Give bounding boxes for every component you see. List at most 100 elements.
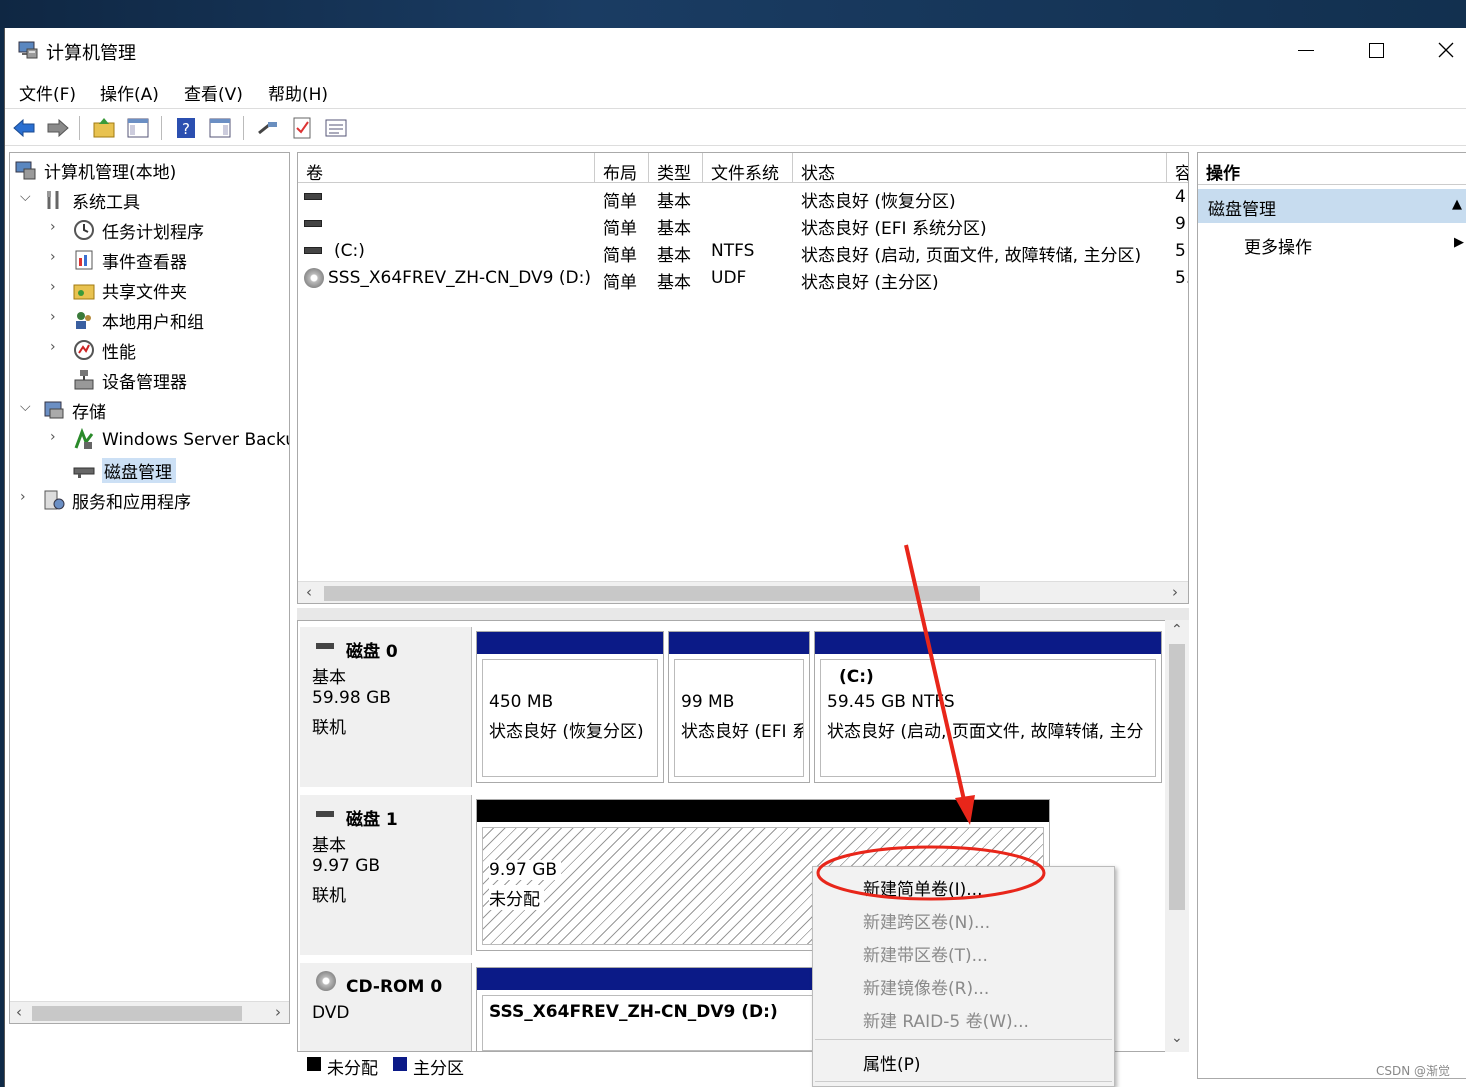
watermark: CSDN @渐觉 <box>1375 1064 1450 1078</box>
legend-primary-swatch <box>393 1057 407 1071</box>
chevron-down-icon[interactable]: ⌵ <box>20 399 31 415</box>
column-volume[interactable]: 卷 <box>298 153 595 183</box>
show-hide-tree-icon[interactable] <box>125 115 151 141</box>
scroll-right-icon[interactable]: › <box>1172 583 1178 601</box>
more-actions[interactable]: 更多操作 <box>1244 233 1312 258</box>
chevron-down-icon[interactable]: ⌵ <box>20 189 31 205</box>
menu-action[interactable]: 操作(A) <box>100 80 159 105</box>
properties-icon[interactable] <box>323 115 349 141</box>
list-horizontal-scrollbar[interactable]: ‹ › <box>298 581 1188 603</box>
column-layout[interactable]: 布局 <box>595 153 649 183</box>
tree-event-viewer[interactable]: 事件查看器 <box>72 245 187 275</box>
tree-local-users-label: 本地用户和组 <box>102 312 204 333</box>
column-type[interactable]: 类型 <box>649 153 703 183</box>
checklist-icon[interactable] <box>289 115 315 141</box>
menu-new-simple-volume[interactable]: 新建简单卷(I)... <box>863 875 983 900</box>
disk-view-vertical-scrollbar[interactable]: ⌃ ⌄ <box>1165 620 1189 1052</box>
scroll-down-icon[interactable]: ⌄ <box>1171 1030 1183 1046</box>
actions-section-label: 磁盘管理 <box>1208 200 1276 220</box>
disk0-partition-c[interactable]: (C:) 59.45 GB NTFS 状态良好 (启动, 页面文件, 故障转储,… <box>814 631 1162 783</box>
table-row[interactable]: (C:) 简单 基本 NTFS 状态良好 (启动, 页面文件, 故障转储, 主分… <box>298 239 1188 266</box>
tree-horizontal-scrollbar[interactable]: ‹ › <box>10 1001 289 1023</box>
connect-icon[interactable] <box>255 115 281 141</box>
scroll-up-icon[interactable]: ⌃ <box>1171 622 1183 638</box>
menu-file[interactable]: 文件(F) <box>19 80 76 105</box>
chevron-right-icon[interactable]: › <box>50 309 56 325</box>
tree-system-tools-label: 系统工具 <box>72 192 140 213</box>
table-row[interactable]: 简单 基本 状态良好 (EFI 系统分区) 9! <box>298 212 1188 239</box>
column-capacity[interactable]: 容 <box>1167 153 1188 183</box>
tree-storage[interactable]: 存储 <box>42 395 106 425</box>
close-button[interactable] <box>1411 28 1466 72</box>
disk0-partition-efi[interactable]: 99 MB 状态良好 (EFI 系 <box>668 631 810 783</box>
tree-root-label: 计算机管理(本地) <box>44 162 177 183</box>
column-filesystem[interactable]: 文件系统 <box>703 153 793 183</box>
storage-icon <box>44 401 64 419</box>
disk-management-icon <box>73 467 95 478</box>
tree-performance-label: 性能 <box>102 342 136 363</box>
disk0-info[interactable]: 磁盘 0 基本 59.98 GB 联机 <box>300 627 472 787</box>
show-hide-action-pane-icon[interactable] <box>207 115 233 141</box>
column-status[interactable]: 状态 <box>793 153 1167 183</box>
tree-windows-server-backup[interactable]: Windows Server Backup <box>72 425 290 455</box>
chevron-right-icon[interactable]: › <box>50 339 56 355</box>
cd-rom-icon <box>304 268 324 288</box>
up-folder-icon[interactable] <box>91 115 117 141</box>
scroll-left-icon[interactable]: ‹ <box>306 583 312 601</box>
actions-section-disk-management[interactable]: 磁盘管理 ▲ <box>1198 189 1466 223</box>
disk-volume-icon <box>304 193 322 200</box>
help-icon[interactable]: ? <box>173 115 199 141</box>
minimize-button[interactable] <box>1271 28 1341 72</box>
chevron-right-icon[interactable]: › <box>50 219 56 235</box>
chevron-right-icon[interactable]: › <box>50 249 56 265</box>
tree-storage-label: 存储 <box>72 402 106 423</box>
shared-folder-icon <box>73 284 95 300</box>
menu-help[interactable]: 帮助(H) <box>268 80 328 105</box>
scrollbar-thumb[interactable] <box>324 586 980 601</box>
maximize-button[interactable] <box>1341 28 1411 72</box>
submenu-arrow-icon: ▶ <box>1454 235 1464 250</box>
tree-root[interactable]: 计算机管理(本地) <box>14 155 176 185</box>
computer-management-icon <box>18 41 38 59</box>
pane-splitter[interactable] <box>297 608 1189 620</box>
window-title: 计算机管理 <box>46 43 136 64</box>
tree-performance[interactable]: 性能 <box>72 335 136 365</box>
tree-services-applications[interactable]: 服务和应用程序 <box>42 485 191 515</box>
menu-new-striped-volume: 新建带区卷(T)... <box>863 946 988 966</box>
desktop-band <box>0 0 1466 28</box>
tree-system-tools[interactable]: 系统工具 <box>42 185 140 215</box>
actions-pane: 操作 磁盘管理 ▲ 更多操作 ▶ <box>1197 152 1466 1079</box>
actions-header: 操作 <box>1198 153 1466 185</box>
users-icon <box>76 312 91 329</box>
performance-icon <box>74 340 94 360</box>
clock-icon <box>74 220 94 240</box>
disk1-info[interactable]: 磁盘 1 基本 9.97 GB 联机 <box>300 795 472 955</box>
table-row[interactable]: 简单 基本 状态良好 (恢复分区) 4! <box>298 185 1188 212</box>
forward-arrow-icon[interactable] <box>45 115 71 141</box>
scroll-left-icon[interactable]: ‹ <box>16 1003 22 1021</box>
tools-icon <box>47 191 59 209</box>
tree-disk-management[interactable]: 磁盘管理 <box>72 455 176 485</box>
scrollbar-thumb[interactable] <box>32 1006 242 1021</box>
tree-device-manager[interactable]: 设备管理器 <box>72 365 187 395</box>
tree-task-scheduler[interactable]: 任务计划程序 <box>72 215 204 245</box>
menu-properties[interactable]: 属性(P) <box>863 1050 921 1075</box>
chevron-right-icon[interactable]: › <box>50 279 56 295</box>
cdrom-info[interactable]: CD-ROM 0 DVD <box>300 963 472 1051</box>
table-row[interactable]: SSS_X64FREV_ZH-CN_DV9 (D:) 简单 基本 UDF 状态良… <box>298 266 1188 293</box>
scrollbar-thumb[interactable] <box>1169 644 1185 910</box>
tree-shared-folders[interactable]: 共享文件夹 <box>72 275 187 305</box>
chevron-right-icon[interactable]: › <box>50 429 56 445</box>
menu-new-mirrored-volume: 新建镜像卷(R)... <box>863 979 990 999</box>
collapse-up-icon: ▲ <box>1452 197 1462 212</box>
back-arrow-icon[interactable] <box>11 115 37 141</box>
disk0-partition-recovery[interactable]: 450 MB 状态良好 (恢复分区) <box>476 631 664 783</box>
disk-icon <box>316 811 334 817</box>
event-viewer-icon <box>75 250 93 270</box>
tree-windows-server-backup-label: Windows Server Backup <box>102 430 290 450</box>
scroll-right-icon[interactable]: › <box>275 1003 281 1021</box>
backup-icon <box>74 428 94 449</box>
chevron-right-icon[interactable]: › <box>20 489 26 505</box>
menu-view[interactable]: 查看(V) <box>184 80 243 105</box>
tree-local-users[interactable]: 本地用户和组 <box>72 305 204 335</box>
